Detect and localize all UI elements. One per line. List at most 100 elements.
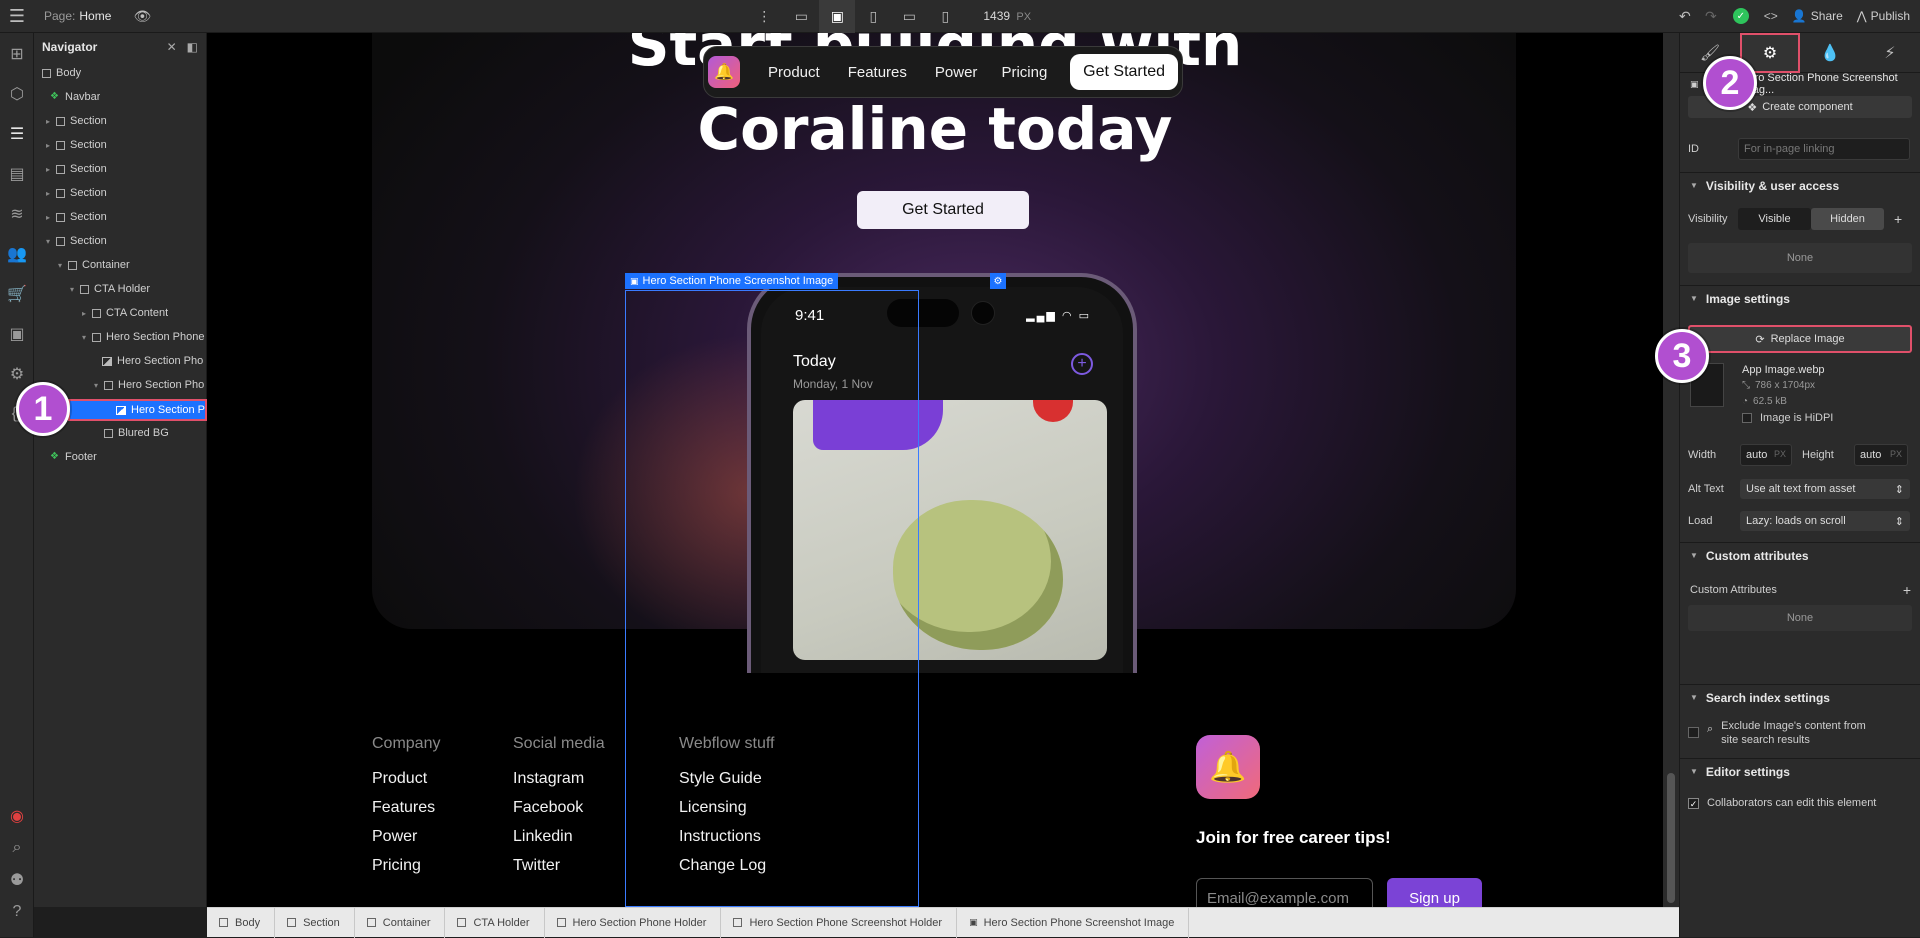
nav-get-started-button[interactable]: Get Started <box>1070 54 1178 90</box>
status-check-icon[interactable]: ✓ <box>1724 0 1758 33</box>
dock-panel-icon[interactable]: ◧ <box>187 40 198 54</box>
close-icon[interactable]: ✕ <box>167 40 177 54</box>
breadcrumb-item-phone-holder[interactable]: Hero Section Phone Holder <box>545 907 722 938</box>
ecommerce-icon[interactable]: 🛒 <box>0 279 34 309</box>
footer-link[interactable]: Product <box>372 770 427 788</box>
editor-settings-header[interactable]: ▼ Editor settings <box>1680 758 1920 784</box>
footer-link[interactable]: Power <box>372 828 417 846</box>
lightning-icon[interactable]: ⚡ <box>1860 33 1920 73</box>
assets-icon[interactable]: ▣ <box>0 319 34 349</box>
image-settings-header[interactable]: ▼ Image settings <box>1680 285 1920 311</box>
footer-link[interactable]: Twitter <box>513 857 560 875</box>
nav-link-product[interactable]: Product <box>768 64 820 81</box>
hidden-option[interactable]: Hidden <box>1811 208 1884 230</box>
components-icon[interactable]: ⬡ <box>0 79 34 109</box>
nav-item-blured-bg[interactable]: Blured BG <box>104 423 169 443</box>
width-input[interactable]: auto PX <box>1740 444 1792 466</box>
breadcrumb-item-section[interactable]: Section <box>275 907 355 938</box>
publish-button[interactable]: ⋀ Publish <box>1857 9 1910 23</box>
desktop-breakpoint-icon[interactable]: ▭ <box>783 0 819 33</box>
nav-item-cta-content[interactable]: ▸ CTA Content <box>82 303 168 323</box>
navbar[interactable]: 🔔 Product Features Power Pricing Get Sta… <box>703 46 1183 98</box>
load-select[interactable]: Lazy: loads on scroll ⇕ <box>1740 511 1910 531</box>
tablet-breakpoint-icon[interactable]: ▯ <box>855 0 891 33</box>
collaborators-checkbox[interactable]: ✓ <box>1688 797 1699 809</box>
footer-link[interactable]: Instagram <box>513 770 584 788</box>
custom-attributes-header[interactable]: ▼ Custom attributes <box>1680 542 1920 568</box>
footer-link[interactable]: Instructions <box>679 828 761 846</box>
nav-item-section[interactable]: ▸ Section <box>46 207 107 227</box>
preview-eye-icon[interactable]: 👁 <box>127 0 157 33</box>
nav-item-body[interactable]: Body <box>42 63 81 83</box>
interactions-drops-icon[interactable]: 💧 <box>1800 33 1860 73</box>
height-input[interactable]: auto PX <box>1854 444 1908 466</box>
cms-icon[interactable]: ≋ <box>0 199 34 229</box>
pages-icon[interactable]: ▤ <box>0 159 34 189</box>
nav-item-section[interactable]: ▸ Section <box>46 159 107 179</box>
help-icon[interactable]: ? <box>0 897 34 927</box>
nav-item-container[interactable]: ▾ Container <box>58 255 130 275</box>
undo-icon[interactable]: ↶ <box>1672 0 1698 33</box>
nav-item-section[interactable]: ▸ Section <box>46 183 107 203</box>
visible-option[interactable]: Visible <box>1738 208 1811 230</box>
breadcrumb-item-container[interactable]: Container <box>355 907 446 938</box>
nav-item-cta-holder[interactable]: ▾ CTA Holder <box>70 279 150 299</box>
scrollbar-thumb[interactable] <box>1667 773 1675 903</box>
nav-item-hero-phone-screenshot-holder[interactable]: ▾ Hero Section Pho <box>94 375 207 395</box>
users-icon[interactable]: 👥 <box>0 239 34 269</box>
alt-text-select[interactable]: Use alt text from asset ⇕ <box>1740 479 1910 499</box>
nav-item-hero-phone-screenshot-image[interactable]: Hero Section P <box>68 399 207 421</box>
footer-link[interactable]: Facebook <box>513 799 583 817</box>
record-icon[interactable]: ◉ <box>0 801 34 831</box>
search-index-checkbox[interactable] <box>1688 727 1699 738</box>
breadcrumb-item-cta-holder[interactable]: CTA Holder <box>445 907 545 938</box>
search-index-header[interactable]: ▼ Search index settings <box>1680 684 1920 710</box>
base-breakpoint-icon[interactable]: ▣ <box>819 0 856 33</box>
footer-link[interactable]: Licensing <box>679 799 747 817</box>
nav-item-navbar[interactable]: ❖ Navbar <box>50 87 100 107</box>
breadcrumb-item-screenshot-image[interactable]: ▣ Hero Section Phone Screenshot Image <box>957 907 1190 938</box>
nav-item-section[interactable]: ▸ Section <box>46 111 107 131</box>
visibility-section-header[interactable]: ▼ Visibility & user access <box>1680 172 1920 198</box>
replace-image-button[interactable]: ⟳ Replace Image <box>1688 325 1912 353</box>
selection-label[interactable]: ▣ Hero Section Phone Screenshot Image <box>625 273 839 289</box>
nav-link-features[interactable]: Features <box>848 64 907 81</box>
canvas-scrollbar[interactable] <box>1663 33 1679 907</box>
id-input[interactable]: For in-page linking <box>1738 138 1910 160</box>
breadcrumb-item-body[interactable]: Body <box>207 907 276 938</box>
design-canvas[interactable]: Start building with Coraline today 🔔 Pro… <box>207 33 1663 907</box>
add-icon[interactable]: + <box>1894 211 1902 227</box>
footer-link[interactable]: Linkedin <box>513 828 573 846</box>
hidpi-checkbox[interactable] <box>1742 413 1752 423</box>
more-dots-icon[interactable]: ⋮ <box>757 0 771 33</box>
add-elements-icon[interactable]: ⊞ <box>0 39 34 69</box>
redo-icon[interactable]: ↷ <box>1698 0 1724 33</box>
mobile-landscape-icon[interactable]: ▭ <box>891 0 927 33</box>
share-button[interactable]: 👤 Share <box>1792 9 1843 23</box>
page-selector[interactable]: Page: Home <box>44 9 111 23</box>
nav-link-pricing[interactable]: Pricing <box>1001 64 1047 81</box>
hero-title-bottom[interactable]: Coraline today <box>207 95 1663 163</box>
nav-item-footer[interactable]: ❖ Footer <box>50 447 97 467</box>
nav-item-hero-phone-holder[interactable]: ▾ Hero Section Phone <box>82 327 207 347</box>
bell-logo-icon[interactable]: 🔔 <box>708 56 740 88</box>
breadcrumb-item-screenshot-holder[interactable]: Hero Section Phone Screenshot Holder <box>721 907 958 938</box>
menu-icon[interactable]: ☰ <box>0 0 34 33</box>
nav-link-power[interactable]: Power <box>935 64 978 81</box>
footer-link[interactable]: Change Log <box>679 857 766 875</box>
footer-signup-button[interactable]: Sign up <box>1387 878 1482 907</box>
collaborators-icon[interactable]: ⚉ <box>0 865 34 895</box>
footer-bell-logo-icon[interactable]: 🔔 <box>1196 735 1260 799</box>
code-icon[interactable]: <> <box>1758 0 1784 33</box>
footer-link[interactable]: Pricing <box>372 857 421 875</box>
footer-link[interactable]: Style Guide <box>679 770 762 788</box>
nav-item-hero-phone-image[interactable]: Hero Section Pho <box>102 351 207 371</box>
hero-get-started-button[interactable]: Get Started <box>857 191 1029 229</box>
selection-settings-icon[interactable]: ⚙ <box>990 273 1006 289</box>
nav-item-section[interactable]: ▾ Section <box>46 231 107 251</box>
navigator-icon[interactable]: ☰ <box>0 119 34 149</box>
add-icon[interactable]: + <box>1903 582 1911 598</box>
footer-email-input[interactable]: Email@example.com <box>1196 878 1373 907</box>
nav-item-section[interactable]: ▸ Section <box>46 135 107 155</box>
search-icon[interactable]: ⌕ <box>0 833 34 863</box>
